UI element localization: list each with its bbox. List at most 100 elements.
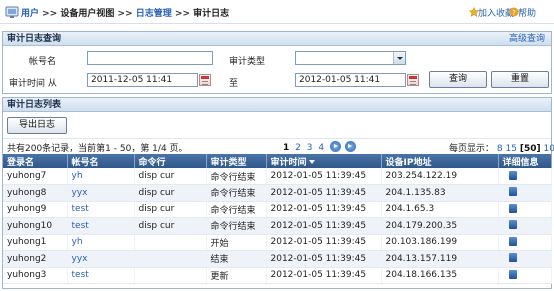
per-page-option[interactable]: 100 [543,144,554,154]
cell-details [498,217,552,235]
breadcrumb: 用户 >> 设备用户视图 >> 日志管理 >> 审计日志 [21,6,229,19]
query-button[interactable]: 查询 [429,71,487,88]
calendar-icon[interactable] [199,74,211,86]
table-row: yuhong9 test disp cur 命令行结束 2012-01-05 1… [3,201,552,218]
column-header-command[interactable]: 命令行 [134,154,207,168]
breadcrumb-separator: >> [42,9,58,19]
per-page-option[interactable]: 15 [506,144,517,154]
cell-login: yuhong8 [3,184,68,202]
cell-details [498,184,552,202]
cell-account[interactable]: test [67,267,135,284]
cell-command [134,234,207,251]
cell-account[interactable]: yh [67,234,135,251]
cell-audit-time: 2012-01-05 11:39:45 [266,250,382,268]
table-row: yuhong10 test disp cur 命令行结束 2012-01-05 … [3,217,552,235]
chevron-down-icon [393,52,405,64]
cell-device-ip: 204.1.65.3 [381,201,499,218]
column-header-audit-type[interactable]: 审计类型 [206,154,267,168]
cell-device-ip: 204.13.157.119 [381,250,499,268]
advanced-query-link[interactable]: 高级查询 [509,32,545,46]
last-page-icon[interactable] [344,141,356,152]
cell-audit-type: 命令行结束 [206,217,267,235]
details-icon[interactable] [508,170,517,180]
list-panel-header: 审计日志列表 [3,98,551,112]
column-header-login[interactable]: 登录名 [3,154,68,168]
table-row: yuhong8 yyx disp cur 命令行结束 2012-01-05 11… [3,184,552,202]
details-icon[interactable] [508,203,517,213]
per-page-label: 每页显示： [449,144,495,154]
cell-audit-type: 命令行结束 [206,168,267,185]
breadcrumb-separator: >> [174,9,191,19]
list-panel-title: 审计日志列表 [7,100,62,110]
account-label: 帐号名 [29,57,57,67]
cell-command [134,250,207,268]
reset-button[interactable]: 重置 [491,71,549,88]
query-panel-title: 审计日志查询 [7,34,62,44]
pagination-bar: 共有200条记录，当前第1 - 50，第 1/4 页。 1 2 3 4 每页显示… [3,138,554,154]
cell-login: yuhong10 [3,217,68,235]
cell-login: yuhong2 [3,250,68,268]
time-from-input[interactable]: 2011-12-05 11:41 [87,73,198,87]
cell-account[interactable]: test [67,217,135,235]
breadcrumb-separator: >> [117,9,133,19]
details-icon[interactable] [508,187,517,197]
page-link[interactable]: 2 [295,143,301,153]
cell-account[interactable]: test [67,201,135,218]
details-icon[interactable] [508,236,517,246]
details-icon[interactable] [508,269,517,279]
svg-text:?: ? [512,9,516,17]
page-link-current[interactable]: 1 [283,143,289,153]
details-icon[interactable] [508,253,517,263]
pager: 1 2 3 4 [283,141,357,153]
cell-login: yuhong9 [3,201,68,218]
help-link[interactable]: 帮助 [518,6,536,19]
column-header-account[interactable]: 帐号名 [67,154,135,168]
calendar-icon[interactable] [407,74,419,86]
record-summary: 共有200条记录，当前第1 - 50，第 1/4 页。 [7,144,188,154]
cell-login: yuhong1 [3,234,68,251]
audit-type-label: 审计类型 [229,57,266,67]
cell-login: yuhong3 [3,267,68,284]
column-header-audit-time[interactable]: 审计时间 [266,154,382,168]
breadcrumb-current: 审计日志 [193,9,230,19]
cell-account[interactable]: yh [67,168,135,185]
cell-device-ip: 203.254.122.19 [381,168,499,185]
cell-command: disp cur [134,201,207,218]
page-link[interactable]: 4 [318,143,324,153]
time-to-input[interactable]: 2012-01-05 11:41 [295,73,406,87]
per-page-selector: 每页显示： 8 15 [50] 100 200 [449,141,554,154]
audit-log-list-panel: 审计日志列表 导出日志 共有200条记录，当前第1 - 50，第 1/4 页。 … [2,97,554,289]
cell-account[interactable]: yyx [67,250,135,268]
cell-audit-type: 开始 [206,234,267,251]
cell-audit-time: 2012-01-05 11:39:45 [266,201,382,218]
page-link[interactable]: 3 [307,143,313,153]
cell-details [498,201,552,218]
audit-time-header-label: 审计时间 [270,157,307,168]
cell-device-ip: 204.1.135.83 [381,184,499,202]
cell-account[interactable]: yyx [67,184,135,202]
cell-details [498,234,552,251]
next-page-icon[interactable] [329,141,341,152]
per-page-option[interactable]: 8 [497,144,503,154]
top-bar: 用户 >> 设备用户视图 >> 日志管理 >> 审计日志 加入收藏 ? 帮助 [0,0,554,24]
breadcrumb-log-management[interactable]: 日志管理 [136,9,172,19]
account-input[interactable] [87,51,213,65]
cell-command: disp cur [134,168,207,185]
details-icon[interactable] [508,220,517,230]
audit-type-select[interactable] [295,51,406,65]
cell-command: disp cur [134,217,207,235]
time-to-label: 至 [229,79,239,89]
cell-device-ip: 204.18.166.135 [381,267,499,284]
column-header-device-ip[interactable]: 设备IP地址 [381,154,499,168]
breadcrumb-device-user-view: 设备用户视图 [60,9,115,19]
cell-details [498,168,552,185]
cell-audit-time: 2012-01-05 11:39:45 [266,234,382,251]
breadcrumb-user[interactable]: 用户 [21,9,39,19]
cell-command [134,267,207,284]
table-row: yuhong3 test 更新 2012-01-05 11:39:45 204.… [3,267,552,284]
query-panel-header: 审计日志查询 高级查询 [3,32,551,46]
export-log-button[interactable]: 导出日志 [7,117,67,134]
column-header-details: 详细信息 [498,154,552,168]
cell-audit-time: 2012-01-05 11:39:45 [266,184,382,202]
cell-audit-type: 结束 [206,250,267,268]
